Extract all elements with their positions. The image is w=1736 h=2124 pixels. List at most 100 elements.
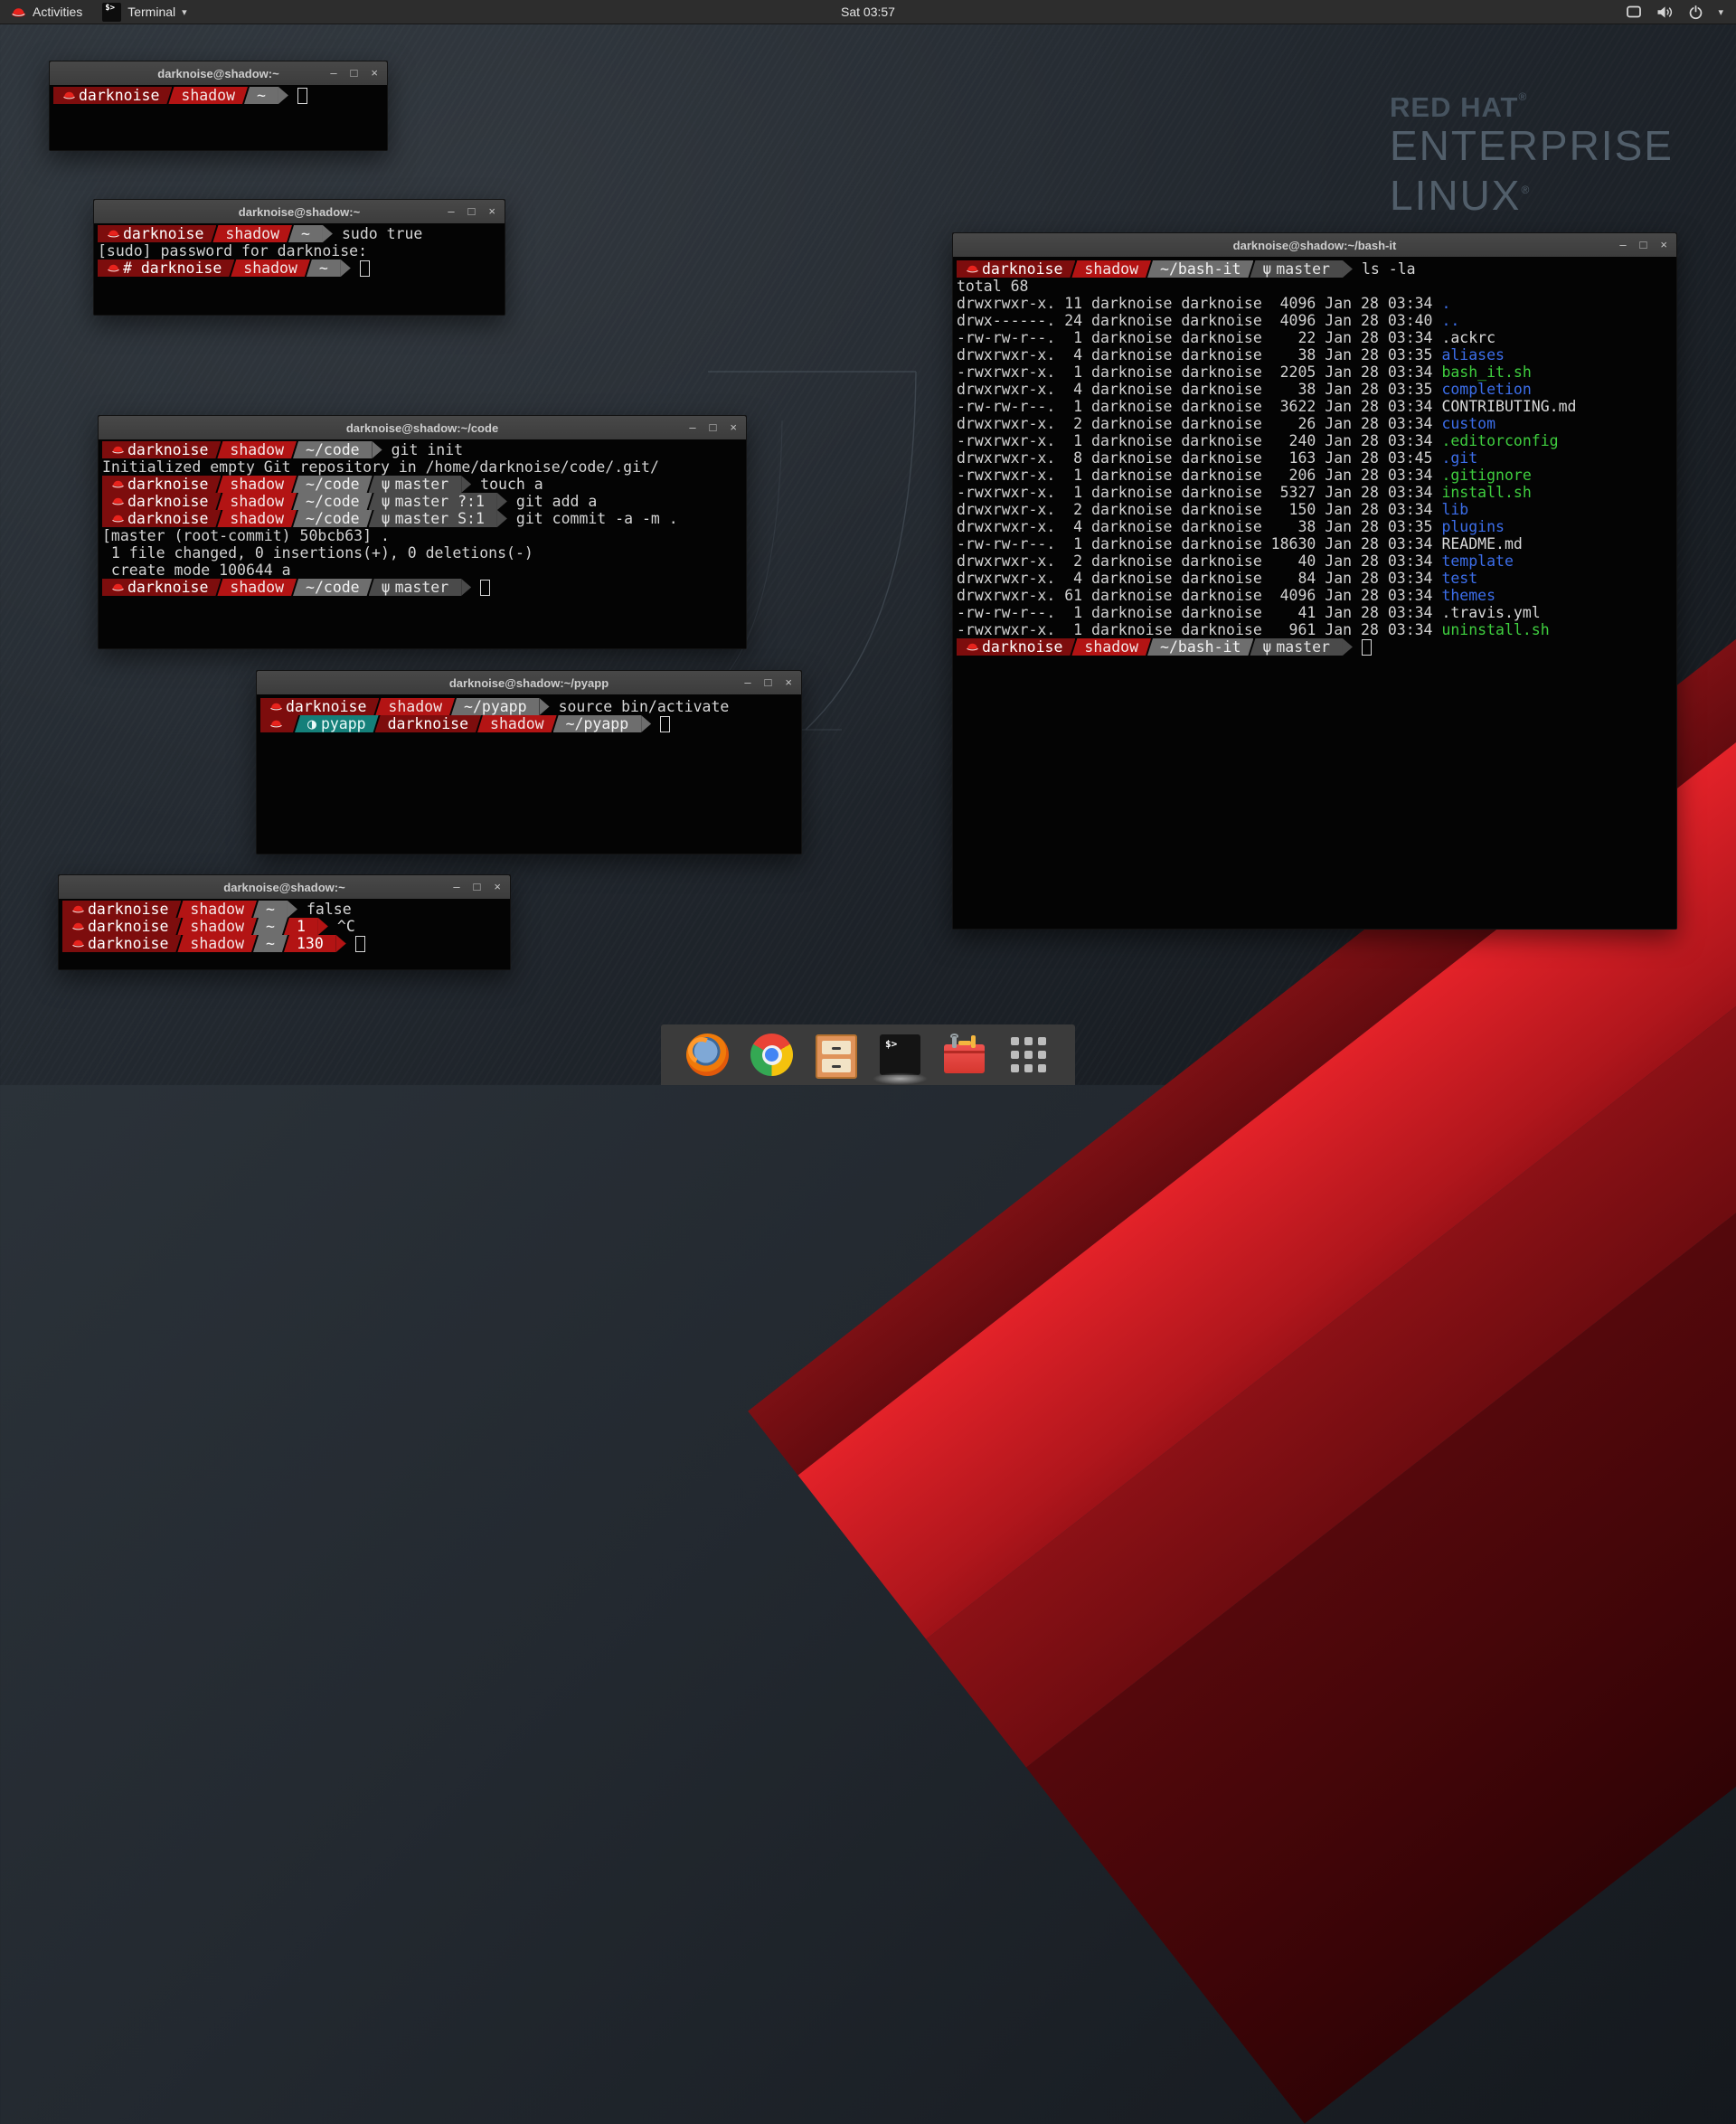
file-row: -rw-rw-r--. 1 darknoise darknoise 18630 … bbox=[957, 535, 1676, 552]
prompt-segment-user: darknoise bbox=[98, 225, 216, 242]
maximize-button[interactable]: □ bbox=[474, 875, 481, 899]
window-titlebar[interactable]: darknoise@shadow:~ – □ × bbox=[94, 200, 505, 224]
activities-label: Activities bbox=[33, 5, 82, 19]
close-button[interactable]: × bbox=[785, 671, 792, 694]
prompt-segment-host: shadow bbox=[217, 510, 297, 527]
command-text: false bbox=[307, 901, 352, 918]
file-name: bash_it.sh bbox=[1441, 363, 1531, 381]
clock[interactable]: Sat 03:57 bbox=[841, 5, 895, 19]
app-menu-label: Terminal bbox=[127, 5, 175, 19]
terminal-content[interactable]: darknoiseshadow~false darknoiseshadow~1^… bbox=[59, 899, 510, 969]
terminal-window-home-small: darknoise@shadow:~ – □ × darknoiseshadow… bbox=[49, 61, 388, 151]
file-name: CONTRIBUTING.md bbox=[1441, 398, 1576, 415]
terminal-content[interactable]: darknoiseshadow~ bbox=[50, 85, 387, 150]
terminal-window-pyapp: darknoise@shadow:~/pyapp – □ × darknoise… bbox=[256, 670, 802, 854]
prompt-segment-user: darknoise bbox=[102, 441, 221, 458]
file-row: -rw-rw-r--. 1 darknoise darknoise 41 Jan… bbox=[957, 604, 1676, 621]
prompt-segment-path: ~ bbox=[253, 918, 288, 935]
prompt-arrow-icon bbox=[461, 579, 471, 596]
file-name: uninstall.sh bbox=[1441, 621, 1549, 638]
terminal-content[interactable]: darknoiseshadow~/bash-itψmasterls -latot… bbox=[953, 257, 1676, 929]
maximize-button[interactable]: □ bbox=[351, 61, 358, 85]
power-icon bbox=[1688, 5, 1703, 20]
prompt-segment-host: shadow bbox=[1071, 260, 1151, 278]
output-line: Initialized empty Git repository in /hom… bbox=[102, 458, 746, 476]
file-name: lib bbox=[1441, 501, 1468, 518]
command-text: git commit -a -m . bbox=[516, 510, 678, 527]
volume-icon bbox=[1656, 5, 1674, 19]
maximize-button[interactable]: □ bbox=[1640, 233, 1647, 257]
activities-button[interactable]: Activities bbox=[0, 0, 93, 24]
close-button[interactable]: × bbox=[371, 61, 378, 85]
toolbox-icon[interactable] bbox=[943, 1034, 986, 1076]
maximize-button[interactable]: □ bbox=[765, 671, 772, 694]
minimize-button[interactable]: – bbox=[453, 875, 459, 899]
prompt-segment-path: ~/code bbox=[293, 441, 373, 458]
prompt-line: darknoiseshadow~/codeψmaster bbox=[102, 579, 746, 596]
prompt-arrow-icon bbox=[278, 87, 288, 104]
terminal-icon[interactable]: $> bbox=[879, 1034, 921, 1076]
window-titlebar[interactable]: darknoise@shadow:~ – □ × bbox=[50, 61, 387, 86]
window-titlebar[interactable]: darknoise@shadow:~ – □ × bbox=[59, 875, 510, 900]
terminal-cursor bbox=[297, 88, 307, 104]
prompt-segment-exit: 130 bbox=[284, 935, 336, 952]
prompt-segment-user: darknoise bbox=[102, 579, 221, 596]
minimize-button[interactable]: – bbox=[744, 671, 750, 694]
minimize-button[interactable]: – bbox=[330, 61, 336, 85]
prompt-line: darknoiseshadow~ bbox=[53, 87, 387, 104]
window-titlebar[interactable]: darknoise@shadow:~/pyapp – □ × bbox=[257, 671, 801, 695]
prompt-segment-path: ~/pyapp bbox=[553, 715, 642, 732]
window-title: darknoise@shadow:~/code bbox=[99, 421, 746, 435]
file-name: themes bbox=[1441, 587, 1495, 604]
prompt-segment-host: shadow bbox=[177, 935, 257, 952]
maximize-button[interactable]: □ bbox=[710, 416, 717, 439]
prompt-line: darknoiseshadow~/codeψmastertouch a bbox=[102, 476, 746, 493]
files-icon[interactable] bbox=[815, 1034, 857, 1076]
close-button[interactable]: × bbox=[494, 875, 501, 899]
redhat-icon bbox=[111, 496, 125, 506]
redhat-icon bbox=[111, 445, 125, 455]
app-grid-icon[interactable] bbox=[1007, 1034, 1050, 1076]
redhat-icon bbox=[107, 229, 120, 239]
command-text: ^C bbox=[337, 918, 355, 935]
app-menu-button[interactable]: $> Terminal ▾ bbox=[93, 0, 195, 24]
prompt-line: darknoiseshadow~1^C bbox=[62, 918, 510, 935]
terminal-content[interactable]: darknoiseshadow~/pyappsource bin/activat… bbox=[257, 694, 801, 854]
firefox-icon[interactable] bbox=[686, 1034, 729, 1076]
prompt-segment-path: ~/bash-it bbox=[1147, 260, 1253, 278]
terminal-content[interactable]: darknoiseshadow~sudo true[sudo] password… bbox=[94, 223, 505, 315]
file-name: . bbox=[1441, 295, 1450, 312]
terminal-content[interactable]: darknoiseshadow~/codegit initInitialized… bbox=[99, 439, 746, 648]
maximize-button[interactable]: □ bbox=[468, 200, 476, 223]
git-branch-icon: ψ bbox=[382, 493, 391, 510]
prompt-segment-venv: ◑pyapp bbox=[295, 715, 379, 732]
window-titlebar[interactable]: darknoise@shadow:~/code – □ × bbox=[99, 416, 746, 440]
status-area[interactable]: ▾ bbox=[1626, 0, 1736, 24]
prompt-arrow-icon bbox=[1343, 260, 1353, 278]
prompt-segment-user: darknoise bbox=[375, 715, 481, 732]
chrome-icon[interactable] bbox=[750, 1034, 793, 1076]
close-button[interactable]: × bbox=[488, 200, 495, 223]
terminal-cursor bbox=[360, 260, 370, 277]
output-line: create mode 100644 a bbox=[102, 562, 746, 579]
minimize-button[interactable]: – bbox=[689, 416, 695, 439]
prompt-arrow-icon bbox=[323, 225, 333, 242]
prompt-segment-user: darknoise bbox=[957, 260, 1075, 278]
file-row: drwxrwxr-x. 2 darknoise darknoise 150 Ja… bbox=[957, 501, 1676, 518]
redhat-icon bbox=[269, 719, 283, 729]
prompt-segment-user: darknoise bbox=[957, 638, 1075, 656]
prompt-line: ◑pyappdarknoiseshadow~/pyapp bbox=[260, 715, 801, 732]
prompt-arrow-icon bbox=[288, 901, 297, 918]
minimize-button[interactable]: – bbox=[1619, 233, 1626, 257]
prompt-segment-path: ~/code bbox=[293, 510, 373, 527]
file-name: .editorconfig bbox=[1441, 432, 1558, 449]
prompt-segment-branch: ψmaster bbox=[369, 579, 462, 596]
prompt-arrow-icon bbox=[641, 715, 651, 732]
prompt-arrow-icon bbox=[336, 935, 346, 952]
file-row: -rwxrwxr-x. 1 darknoise darknoise 5327 J… bbox=[957, 484, 1676, 501]
minimize-button[interactable]: – bbox=[448, 200, 454, 223]
close-button[interactable]: × bbox=[730, 416, 737, 439]
window-titlebar[interactable]: darknoise@shadow:~/bash-it – □ × bbox=[953, 233, 1676, 258]
close-button[interactable]: × bbox=[1660, 233, 1667, 257]
prompt-segment-host: shadow bbox=[375, 698, 455, 715]
